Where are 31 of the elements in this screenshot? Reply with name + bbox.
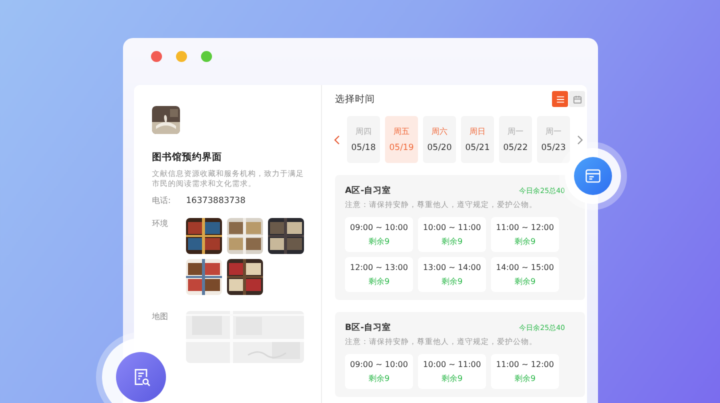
- phone-number: 16373883738: [186, 196, 246, 206]
- time-slot[interactable]: 13:00 ~ 14:00 剩余9: [418, 257, 486, 292]
- time-slot[interactable]: 14:00 ~ 15:00 剩余9: [491, 257, 559, 292]
- map-label: 地图: [152, 311, 169, 323]
- date-tab[interactable]: 周一 05/23: [537, 116, 570, 163]
- date-tab[interactable]: 周一 05/22: [499, 116, 532, 163]
- close-button[interactable]: [151, 51, 162, 62]
- time-slot[interactable]: 10:00 ~ 11:00 剩余9: [418, 217, 486, 252]
- phone-label: 电话:: [152, 195, 172, 206]
- date-tab[interactable]: 周日 05/21: [461, 116, 494, 163]
- time-slot[interactable]: 09:00 ~ 10:00 剩余9: [345, 217, 413, 252]
- floating-button[interactable]: [565, 148, 621, 204]
- floating-button[interactable]: [116, 352, 166, 402]
- room-name: A区-自习室: [345, 185, 392, 197]
- time-slot[interactable]: 11:00 ~ 12:00 剩余9: [491, 217, 559, 252]
- date-tab[interactable]: 周六 05/20: [423, 116, 456, 163]
- time-slot[interactable]: 09:00 ~ 10:00 剩余9: [345, 354, 413, 389]
- list-view-button[interactable]: [552, 91, 568, 107]
- room-name: B区-自习室: [345, 322, 392, 334]
- time-slot[interactable]: 10:00 ~ 11:00 剩余9: [418, 354, 486, 389]
- calendar-icon: [572, 94, 582, 104]
- library-name: 图书馆预约界面: [152, 151, 223, 164]
- time-slot[interactable]: 11:00 ~ 12:00 剩余9: [491, 354, 559, 389]
- environment-label: 环境: [152, 218, 169, 230]
- time-slot[interactable]: 12:00 ~ 13:00 剩余9: [345, 257, 413, 292]
- calendar-view-button[interactable]: [569, 91, 585, 107]
- date-tab[interactable]: 周四 05/18: [347, 116, 380, 163]
- maximize-button[interactable]: [201, 51, 212, 62]
- window-icon: [584, 167, 602, 185]
- section-title: 选择时间: [335, 92, 375, 106]
- list-icon: [556, 94, 564, 104]
